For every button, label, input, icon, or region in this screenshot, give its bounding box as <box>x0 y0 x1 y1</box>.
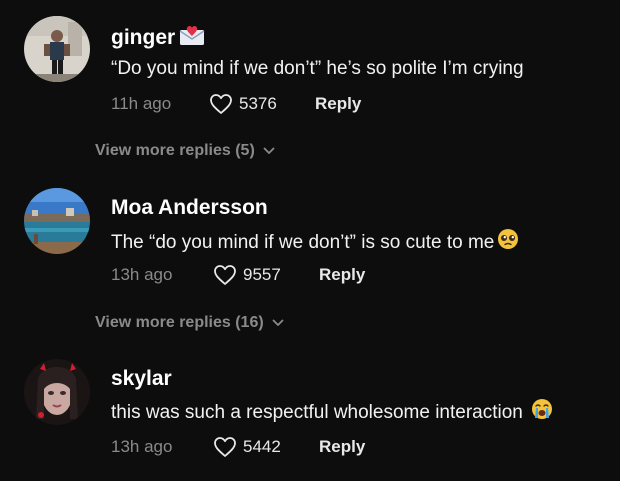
comment-time: 11h ago <box>111 94 172 113</box>
username-text: ginger <box>111 26 176 49</box>
avatar[interactable] <box>24 359 90 425</box>
view-more-label: View more replies (16) <box>95 314 264 331</box>
comment-text: The “do you mind if we don’t” is so cute… <box>111 228 519 257</box>
heart-icon <box>210 94 232 114</box>
username[interactable]: skylar <box>111 367 172 391</box>
like-count: 9557 <box>243 265 281 284</box>
comment-time: 13h ago <box>111 437 173 456</box>
pleading-face-emoji-icon <box>497 228 519 257</box>
comment-meta: 13h ago 9557 Reply <box>111 263 365 287</box>
view-more-label: View more replies (5) <box>95 142 255 159</box>
username-text: Moa Andersson <box>111 196 268 219</box>
heart-icon <box>214 437 236 457</box>
heart-icon <box>214 265 236 285</box>
like-count: 5376 <box>239 94 277 113</box>
chevron-down-icon <box>272 319 284 326</box>
avatar[interactable] <box>24 16 90 82</box>
like-button[interactable]: 5376 <box>209 93 315 115</box>
comment-time: 13h ago <box>111 265 173 284</box>
reply-button[interactable]: Reply <box>319 265 365 285</box>
like-count: 5442 <box>243 437 281 456</box>
envelope-heart-emoji-icon <box>179 24 205 52</box>
comment-meta: 11h ago 5376 Reply <box>111 92 361 116</box>
avatar[interactable] <box>24 188 90 254</box>
reply-button[interactable]: Reply <box>315 94 361 114</box>
comment-text-content: this was such a respectful wholesome int… <box>111 401 523 423</box>
username[interactable]: ginger <box>111 24 205 52</box>
comment-text-content: The “do you mind if we don’t” is so cute… <box>111 231 495 253</box>
like-button[interactable]: 5442 <box>213 436 319 458</box>
username[interactable]: Moa Andersson <box>111 196 268 220</box>
reply-button[interactable]: Reply <box>319 437 365 457</box>
like-button[interactable]: 9557 <box>213 264 319 286</box>
view-more-replies-button[interactable]: View more replies (16) <box>95 314 284 332</box>
crying-face-emoji-icon <box>531 398 553 427</box>
comment-meta: 13h ago 5442 Reply <box>111 435 365 459</box>
comment-text-content: “Do you mind if we don’t” he’s so polite… <box>111 58 524 79</box>
view-more-replies-button[interactable]: View more replies (5) <box>95 142 275 160</box>
comment-text: this was such a respectful wholesome int… <box>111 398 553 427</box>
chevron-down-icon <box>263 147 275 154</box>
comment-text: “Do you mind if we don’t” he’s so polite… <box>111 57 524 81</box>
username-text: skylar <box>111 367 172 390</box>
